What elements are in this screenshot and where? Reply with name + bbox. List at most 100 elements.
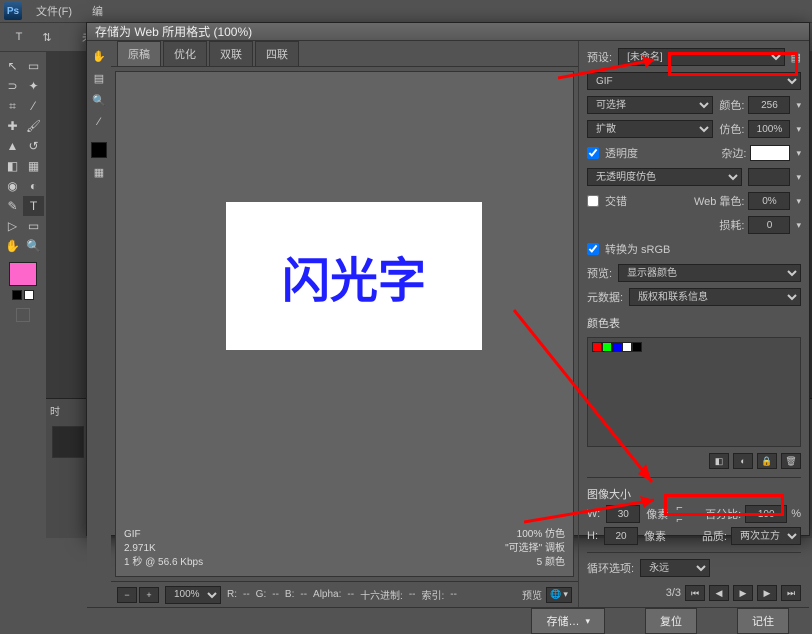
- pen-tool[interactable]: ✎: [2, 196, 23, 216]
- zoom-in-icon[interactable]: +: [139, 587, 159, 603]
- app-menu-bar: Ps 文件(F) 编: [0, 0, 812, 22]
- eraser-tool[interactable]: ◧: [2, 156, 23, 176]
- play-button[interactable]: ▶: [733, 585, 753, 601]
- lossy-input[interactable]: [748, 216, 790, 234]
- preview-status-bar: − + 100% R:-- G:-- B:-- Alpha:-- 十六进制:--…: [111, 581, 578, 607]
- px-label-w: 像素: [646, 506, 668, 522]
- toolbox: ↖▭ ⊃✦ ⌗⁄ ✚🖌 ▲↺ ◧▦ ◉◐ ✎T ▷▭ ✋🔍: [0, 52, 46, 538]
- path-select-tool[interactable]: ▷: [2, 216, 23, 236]
- preview-label: 预览:: [587, 265, 612, 281]
- loop-select[interactable]: 永远: [640, 559, 710, 577]
- preview-select[interactable]: 显示器颜色: [618, 264, 801, 282]
- color-table-label: 颜色表: [587, 315, 801, 331]
- preset-select[interactable]: [未命名]: [618, 48, 785, 66]
- crop-tool[interactable]: ⌗: [2, 96, 23, 116]
- hand-icon[interactable]: ✋: [88, 45, 110, 67]
- text-tool[interactable]: T: [23, 196, 44, 216]
- frame-thumb[interactable]: [52, 426, 84, 458]
- brush-tool[interactable]: 🖌: [23, 116, 44, 136]
- metadata-select[interactable]: 版权和联系信息: [629, 288, 801, 306]
- srgb-checkbox[interactable]: [587, 243, 599, 255]
- screen-mode-icon[interactable]: [16, 308, 30, 322]
- preview-info-left: GIF 2.971K 1 秒 @ 56.6 Kbps: [124, 528, 203, 570]
- w-label: W:: [587, 508, 600, 520]
- browser-preview-label: 预览: [522, 587, 542, 602]
- save-button[interactable]: 存储…▾: [531, 608, 605, 634]
- prev-frame-button[interactable]: ◀: [709, 585, 729, 601]
- last-frame-button[interactable]: ⏭: [781, 585, 801, 601]
- px-label-h: 像素: [644, 528, 666, 544]
- trans-dither-amount[interactable]: [748, 168, 790, 186]
- move-tool[interactable]: ↖: [2, 56, 23, 76]
- ct-btn-3[interactable]: 🔒: [757, 453, 777, 469]
- interlaced-checkbox[interactable]: [587, 195, 599, 207]
- first-frame-button[interactable]: ⏮: [685, 585, 705, 601]
- menu-edit[interactable]: 编: [86, 1, 109, 21]
- zoom-out-icon[interactable]: −: [117, 587, 137, 603]
- preset-label: 预设:: [587, 49, 612, 65]
- matte-swatch[interactable]: [750, 145, 790, 161]
- marquee-tool[interactable]: ▭: [23, 56, 44, 76]
- ct-btn-2[interactable]: ◐: [733, 453, 753, 469]
- g-label: G:: [256, 589, 267, 600]
- ct-btn-4[interactable]: 🗑: [781, 453, 801, 469]
- zoom-tool[interactable]: 🔍: [23, 236, 44, 256]
- next-frame-button[interactable]: ▶: [757, 585, 777, 601]
- tab-2up[interactable]: 双联: [209, 41, 253, 66]
- slice-icon[interactable]: ▤: [88, 67, 110, 89]
- healing-tool[interactable]: ✚: [2, 116, 23, 136]
- menu-file[interactable]: 文件(F): [30, 1, 78, 21]
- dither-label: 仿色:: [719, 121, 744, 137]
- history-brush-tool[interactable]: ↺: [23, 136, 44, 156]
- palette-select[interactable]: 可选择: [587, 96, 713, 114]
- srgb-label: 转换为 sRGB: [605, 241, 670, 257]
- color-table[interactable]: [587, 337, 801, 447]
- default-colors-icon[interactable]: [12, 290, 22, 300]
- web-snap-input[interactable]: [748, 192, 790, 210]
- frame-indicator: 3/3: [666, 587, 681, 599]
- shape-tool[interactable]: ▭: [23, 216, 44, 236]
- colors-input[interactable]: [748, 96, 790, 114]
- tab-optimized[interactable]: 优化: [163, 41, 207, 66]
- width-input[interactable]: [606, 505, 640, 523]
- b-label: B:: [285, 589, 294, 600]
- dither-algo-select[interactable]: 扩散: [587, 120, 713, 138]
- alpha-label: Alpha:: [313, 589, 341, 600]
- tab-original[interactable]: 原稿: [117, 41, 161, 66]
- dialog-title: 存储为 Web 所用格式 (100%): [87, 23, 809, 41]
- text-tool-indicator: T: [8, 26, 30, 48]
- zoom-select[interactable]: 100%: [165, 586, 221, 604]
- browser-preview-button[interactable]: 🌐▾: [546, 587, 572, 603]
- lasso-tool[interactable]: ⊃: [2, 76, 23, 96]
- preview-canvas-area[interactable]: 闪光字 GIF 2.971K 1 秒 @ 56.6 Kbps 100% 仿色 "…: [115, 71, 574, 577]
- blur-tool[interactable]: ◉: [2, 176, 23, 196]
- h-label: H:: [587, 530, 598, 542]
- tab-4up[interactable]: 四联: [255, 41, 299, 66]
- swap-colors-icon[interactable]: [24, 290, 34, 300]
- dither-input[interactable]: [748, 120, 790, 138]
- settings-panel: 预设: [未命名] ▤ GIF 可选择 颜色:▾ 扩散 仿色:▾ 透明度 杂边:…: [579, 41, 809, 607]
- eyedropper-tool[interactable]: ⁄: [23, 96, 44, 116]
- format-select[interactable]: GIF: [587, 72, 801, 90]
- quick-select-tool[interactable]: ✦: [23, 76, 44, 96]
- height-input[interactable]: [604, 527, 638, 545]
- link-icon[interactable]: ⌐⌐: [676, 502, 682, 526]
- foreground-color-swatch[interactable]: [9, 262, 37, 286]
- percent-input[interactable]: [745, 505, 787, 523]
- quality-select[interactable]: 两次立方: [731, 527, 801, 545]
- eyedropper-icon[interactable]: ⁄: [88, 111, 110, 133]
- ct-btn-1[interactable]: ◧: [709, 453, 729, 469]
- reset-button[interactable]: 复位: [645, 608, 697, 634]
- slice-visibility-icon[interactable]: ▦: [88, 161, 110, 183]
- transparency-checkbox[interactable]: [587, 147, 599, 159]
- gradient-tool[interactable]: ▦: [23, 156, 44, 176]
- orientation-icon[interactable]: ⇅: [36, 26, 58, 48]
- stamp-tool[interactable]: ▲: [2, 136, 23, 156]
- flyout-menu-icon[interactable]: ▤: [791, 51, 801, 64]
- trans-dither-select[interactable]: 无透明度仿色: [587, 168, 742, 186]
- zoom-icon[interactable]: 🔍: [88, 89, 110, 111]
- dodge-tool[interactable]: ◐: [23, 176, 44, 196]
- sample-color-swatch[interactable]: [91, 142, 107, 158]
- hand-tool[interactable]: ✋: [2, 236, 23, 256]
- remember-button[interactable]: 记住: [737, 608, 789, 634]
